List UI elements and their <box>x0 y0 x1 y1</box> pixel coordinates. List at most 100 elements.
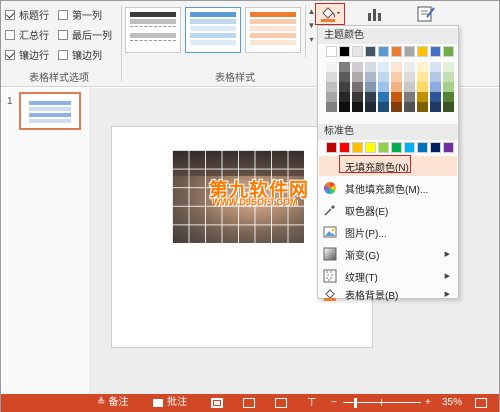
theme-shade-swatch[interactable] <box>430 62 441 72</box>
theme-shade-swatch[interactable] <box>443 82 454 92</box>
last-column-checkbox[interactable] <box>58 29 68 40</box>
standard-color-swatch[interactable] <box>352 142 363 153</box>
shading-button[interactable] <box>315 3 345 25</box>
theme-color-swatch[interactable] <box>352 46 363 57</box>
comments-button[interactable]: 批注 <box>153 394 187 412</box>
zoom-out-button[interactable]: − <box>331 394 337 412</box>
theme-color-swatch[interactable] <box>378 46 389 57</box>
theme-shade-swatch[interactable] <box>339 92 350 102</box>
theme-shade-swatch[interactable] <box>391 72 402 82</box>
theme-shade-swatch[interactable] <box>339 82 350 92</box>
theme-shade-swatch[interactable] <box>430 72 441 82</box>
theme-shade-swatch[interactable] <box>391 102 402 112</box>
table-style-dark[interactable] <box>125 7 181 53</box>
theme-shade-swatch[interactable] <box>352 72 363 82</box>
theme-shade-swatch[interactable] <box>391 92 402 102</box>
banded-columns-option[interactable]: 镶边列 <box>58 47 102 62</box>
theme-shade-swatch[interactable] <box>404 92 415 102</box>
theme-shade-swatch[interactable] <box>417 92 428 102</box>
standard-color-swatch[interactable] <box>378 142 389 153</box>
theme-shade-swatch[interactable] <box>339 72 350 82</box>
theme-color-swatch[interactable] <box>391 46 402 57</box>
standard-color-swatch[interactable] <box>365 142 376 153</box>
theme-shade-swatch[interactable] <box>417 62 428 72</box>
banded-columns-checkbox[interactable] <box>58 49 68 60</box>
theme-shade-swatch[interactable] <box>365 72 376 82</box>
theme-color-swatch[interactable] <box>365 46 376 57</box>
zoom-in-button[interactable]: + <box>425 394 431 412</box>
theme-color-swatch[interactable] <box>430 46 441 57</box>
last-column-option[interactable]: 最后一列 <box>58 27 112 42</box>
theme-shade-swatch[interactable] <box>378 72 389 82</box>
theme-shade-swatch[interactable] <box>326 102 337 112</box>
theme-shade-swatch[interactable] <box>326 82 337 92</box>
picture-fill-item[interactable]: 图片(P)... <box>319 222 457 242</box>
theme-shade-swatch[interactable] <box>443 102 454 112</box>
theme-shade-swatch[interactable] <box>417 72 428 82</box>
theme-shade-swatch[interactable] <box>339 102 350 112</box>
slide-thumbnail[interactable] <box>19 92 81 130</box>
theme-color-swatch[interactable] <box>339 46 350 57</box>
theme-color-swatch[interactable] <box>326 46 337 57</box>
theme-shade-swatch[interactable] <box>430 102 441 112</box>
table-background-item[interactable]: 表格背景(B) ▶ <box>319 284 457 304</box>
header-row-option[interactable]: 标题行 <box>5 7 49 22</box>
zoom-slider-thumb[interactable] <box>354 398 357 408</box>
theme-shade-swatch[interactable] <box>378 92 389 102</box>
normal-view-button[interactable] <box>211 394 223 412</box>
more-fill-colors-item[interactable]: 其他填充颜色(M)... <box>319 178 457 198</box>
quick-styles-icon[interactable] <box>415 5 437 23</box>
zoom-percent[interactable]: 35% <box>442 394 462 412</box>
effects-icon[interactable] <box>365 5 387 23</box>
total-row-option[interactable]: 汇总行 <box>5 27 49 42</box>
theme-shade-swatch[interactable] <box>404 72 415 82</box>
slide-sorter-button[interactable] <box>243 394 255 412</box>
theme-shade-swatch[interactable] <box>326 62 337 72</box>
theme-shade-swatch[interactable] <box>365 92 376 102</box>
theme-color-swatch[interactable] <box>404 46 415 57</box>
theme-shade-swatch[interactable] <box>417 102 428 112</box>
theme-color-swatch[interactable] <box>417 46 428 57</box>
eyedropper-item[interactable]: 取色器(E) <box>319 200 457 220</box>
theme-shade-swatch[interactable] <box>443 92 454 102</box>
theme-shade-swatch[interactable] <box>443 62 454 72</box>
theme-shade-swatch[interactable] <box>339 62 350 72</box>
theme-shade-swatch[interactable] <box>443 72 454 82</box>
standard-color-swatch[interactable] <box>417 142 428 153</box>
theme-shade-swatch[interactable] <box>378 82 389 92</box>
standard-color-swatch[interactable] <box>443 142 454 153</box>
theme-shade-swatch[interactable] <box>352 102 363 112</box>
theme-shade-swatch[interactable] <box>378 62 389 72</box>
header-row-checkbox[interactable] <box>5 9 15 20</box>
banded-rows-option[interactable]: 镶边行 <box>5 47 49 62</box>
theme-shade-swatch[interactable] <box>365 102 376 112</box>
theme-shade-swatch[interactable] <box>417 82 428 92</box>
theme-shade-swatch[interactable] <box>391 82 402 92</box>
first-column-checkbox[interactable] <box>58 9 68 20</box>
gradient-item[interactable]: 渐变(G) ▶ <box>319 244 457 264</box>
standard-color-swatch[interactable] <box>404 142 415 153</box>
texture-item[interactable]: 纹理(T) ▶ <box>319 266 457 286</box>
standard-color-swatch[interactable] <box>391 142 402 153</box>
slideshow-button[interactable]: ⊤ <box>307 394 317 412</box>
theme-color-swatch[interactable] <box>443 46 454 57</box>
first-column-option[interactable]: 第一列 <box>58 7 102 22</box>
table-style-blue[interactable] <box>185 7 241 53</box>
gallery-more-icon[interactable]: ▾ <box>306 33 317 47</box>
theme-shade-swatch[interactable] <box>352 82 363 92</box>
total-row-checkbox[interactable] <box>5 29 15 40</box>
theme-shade-swatch[interactable] <box>326 92 337 102</box>
table-style-orange[interactable] <box>245 7 301 53</box>
reading-view-button[interactable] <box>275 394 287 412</box>
theme-shade-swatch[interactable] <box>404 102 415 112</box>
theme-shade-swatch[interactable] <box>430 92 441 102</box>
theme-shade-swatch[interactable] <box>326 72 337 82</box>
standard-color-swatch[interactable] <box>339 142 350 153</box>
theme-shade-swatch[interactable] <box>404 62 415 72</box>
fit-slide-button[interactable] <box>475 394 487 412</box>
theme-shade-swatch[interactable] <box>404 82 415 92</box>
theme-shade-swatch[interactable] <box>352 62 363 72</box>
banded-rows-checkbox[interactable] <box>5 49 15 60</box>
theme-shade-swatch[interactable] <box>391 62 402 72</box>
notes-button[interactable]: ≜ 备注 <box>97 394 128 412</box>
